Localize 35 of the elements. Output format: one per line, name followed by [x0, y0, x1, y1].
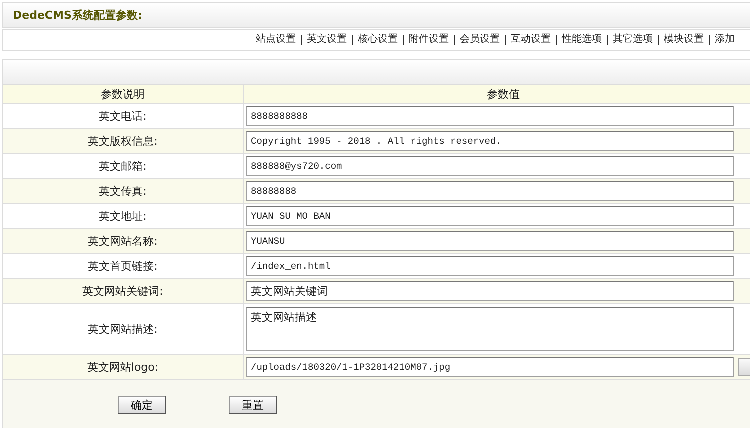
nav-link[interactable]: 核心设置 — [352, 35, 403, 45]
reset-button[interactable]: 重置 — [229, 396, 277, 414]
field-label: 英文版权信息: — [88, 134, 158, 148]
field-label: 英文网站logo: — [87, 360, 159, 374]
text-field[interactable]: 8888888888 — [246, 106, 734, 126]
nav-link[interactable]: 附件设置 — [403, 35, 454, 45]
page-title: DedeCMS系统配置参数: — [13, 8, 142, 22]
field-label: 英文首页链接: — [88, 258, 158, 274]
column-header: 参数值 — [487, 87, 520, 102]
field-label: 英文邮箱: — [99, 158, 147, 174]
text-field[interactable]: Copyright 1995 - 2018 . All rights reserved. — [246, 131, 734, 151]
field-label: 英文电话: — [99, 108, 147, 124]
text-field[interactable]: /uploads/180320/1-1P32014210M07.jpg — [246, 357, 734, 377]
nav-link[interactable]: 互动设置 — [505, 35, 556, 45]
field-label: 英文网站关键词: — [82, 284, 164, 298]
field-label: 英文网站描述: — [88, 322, 158, 336]
nav-link[interactable]: 英文设置 — [301, 35, 352, 45]
field-label: 英文传真: — [99, 184, 147, 198]
nav-link[interactable]: 模块设置 — [658, 35, 709, 45]
field-label: 英文地址: — [99, 208, 147, 224]
text-field[interactable]: YUAN SU MO BAN — [246, 206, 734, 226]
column-header: 参数说明 — [101, 87, 145, 102]
nav-link[interactable]: 站点设置 — [251, 35, 301, 45]
nav-link[interactable]: 其它选项 — [607, 35, 658, 45]
text-field[interactable]: YUANSU — [246, 231, 734, 251]
nav-link[interactable]: 性能选项 — [556, 35, 607, 45]
text-field[interactable]: /index_en.html — [246, 256, 734, 276]
text-field[interactable]: 88888888 — [246, 181, 734, 201]
nav-link[interactable]: 添加 — [709, 35, 740, 45]
field-label: 英文网站名称: — [88, 234, 158, 248]
confirm-button[interactable]: 确定 — [118, 396, 166, 414]
text-field[interactable]: 888888@ys720.com — [246, 156, 734, 176]
nav-link[interactable]: 会员设置 — [454, 35, 505, 45]
text-field[interactable]: 英文网站关键词 — [246, 281, 734, 301]
description-field[interactable]: 英文网站描述 — [246, 307, 734, 351]
